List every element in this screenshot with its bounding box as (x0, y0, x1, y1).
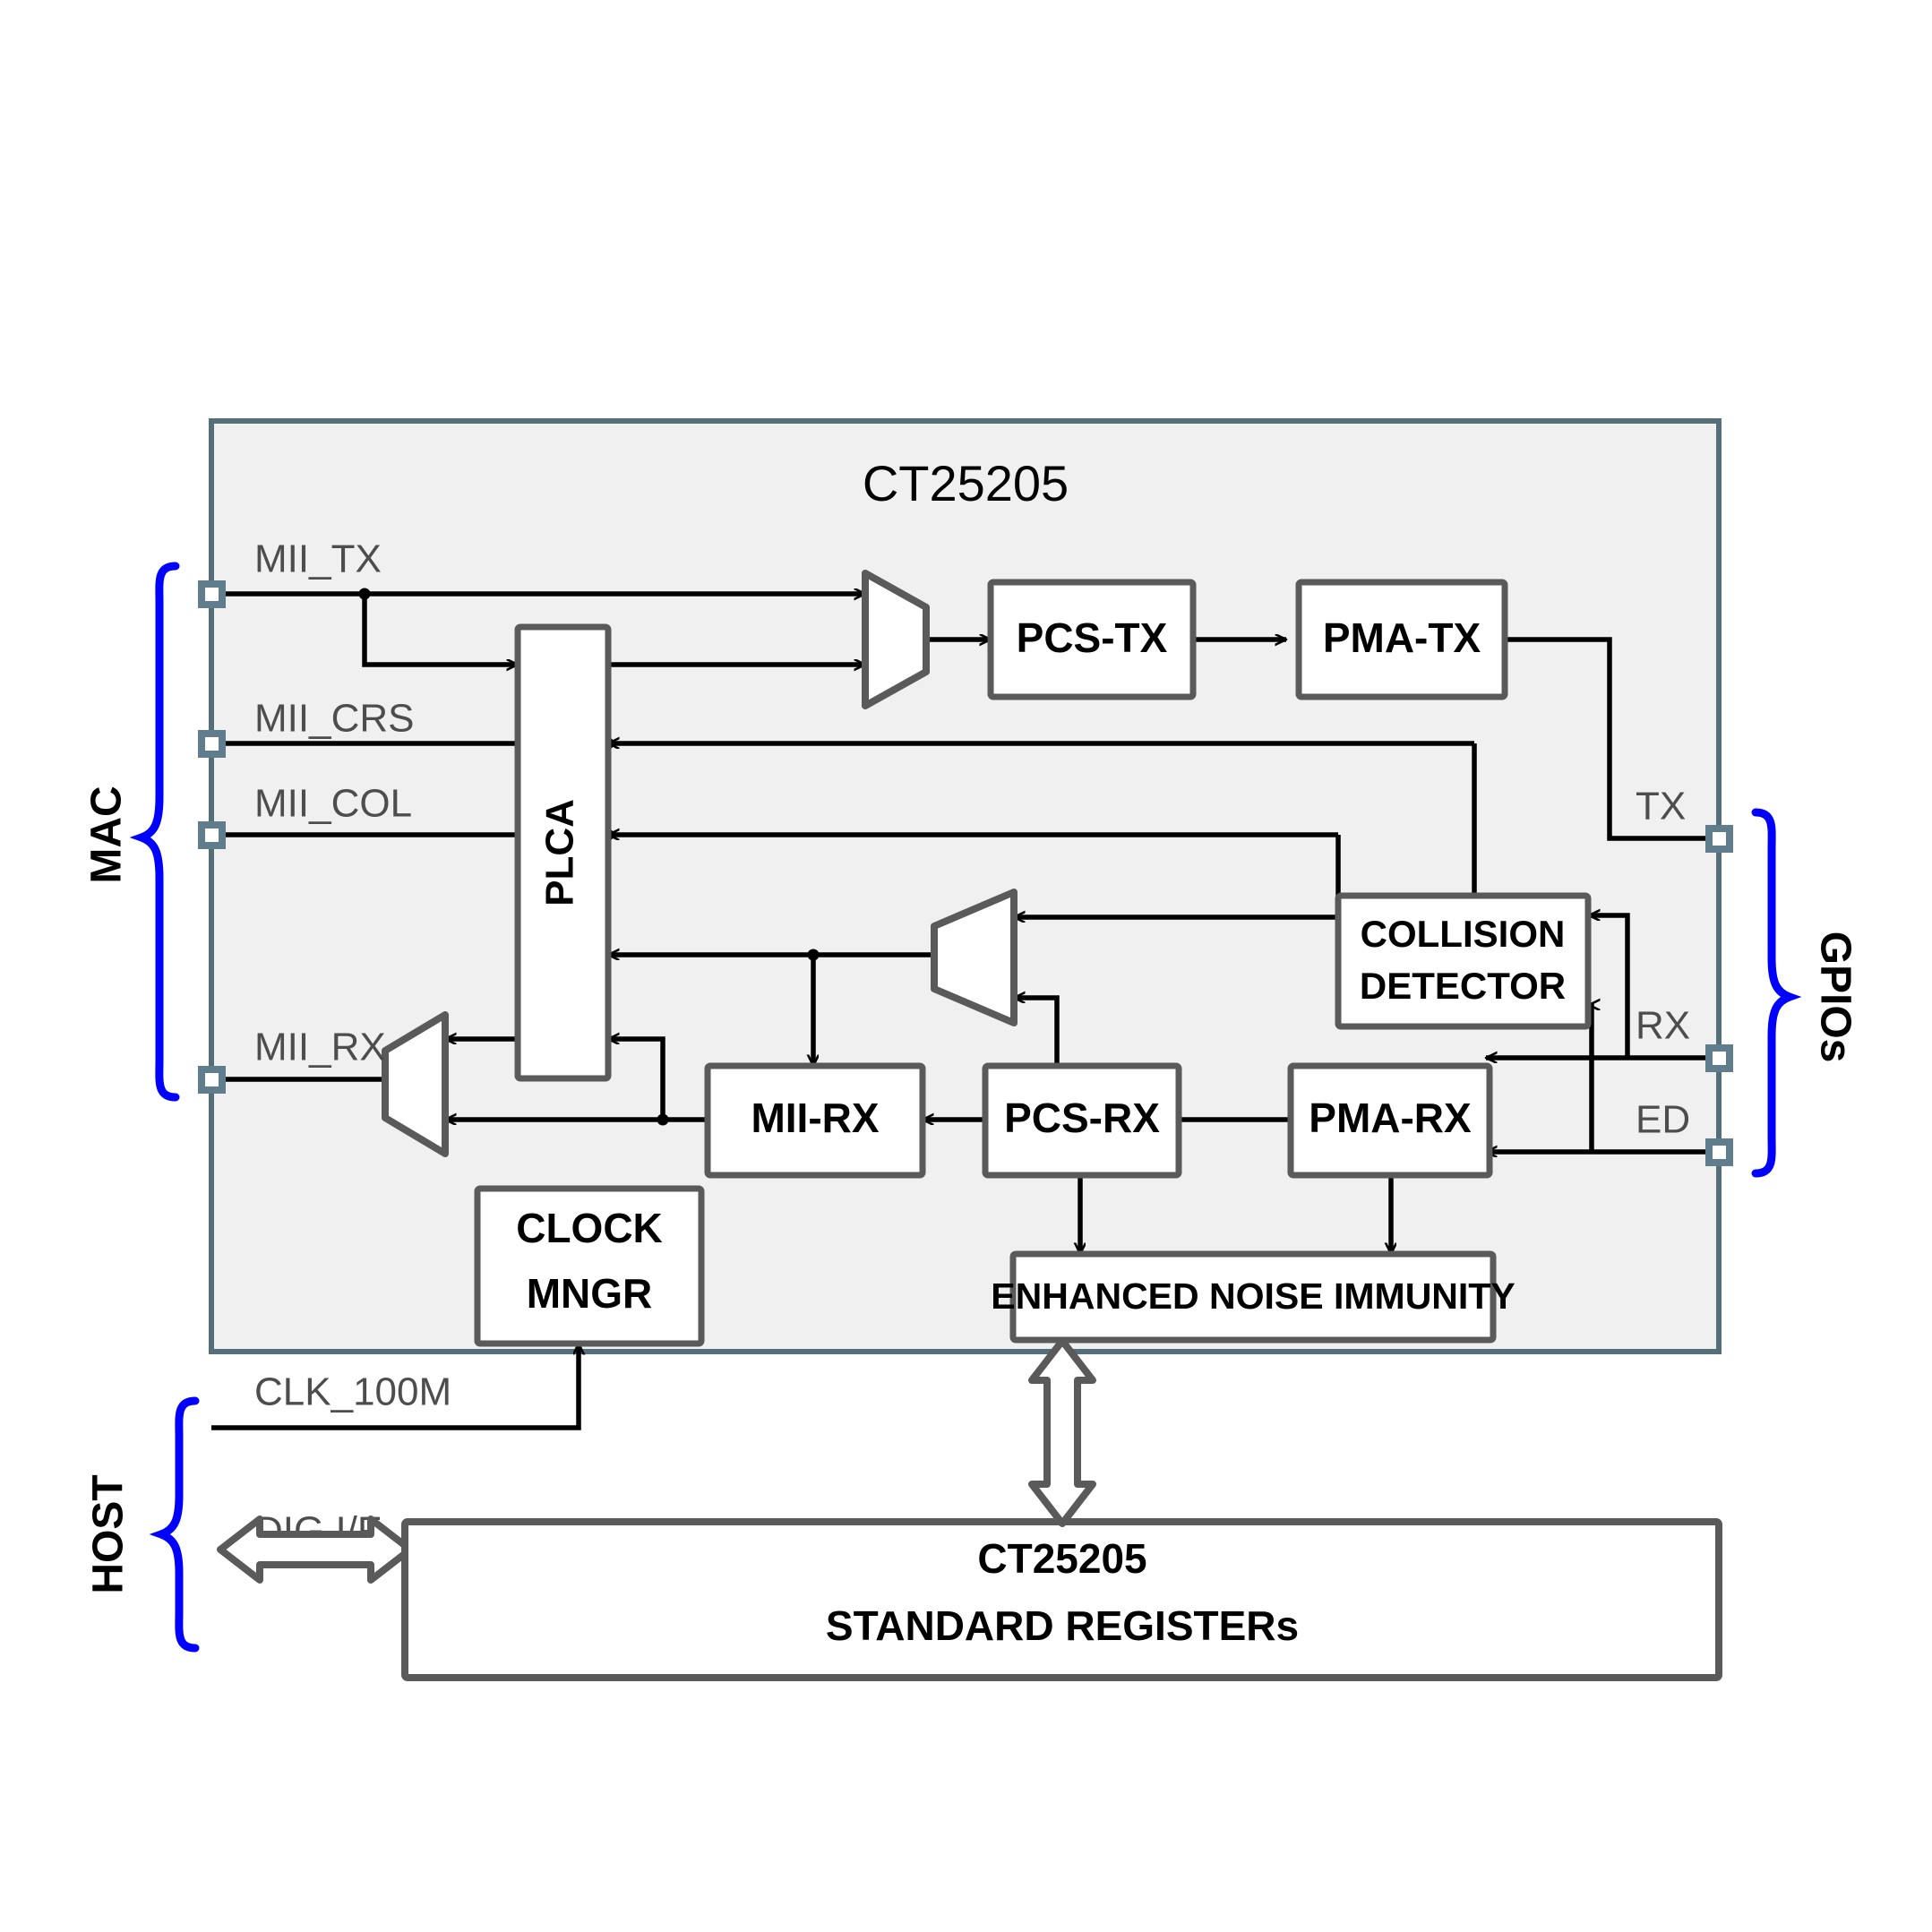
junction-dot (358, 588, 371, 600)
pin-mii-crs[interactable] (198, 730, 226, 758)
label-clk-100m: CLK_100M (254, 1370, 451, 1414)
pin-rx-square (1705, 1044, 1733, 1072)
pin-tx[interactable] (1705, 825, 1733, 853)
block-clock-mngr-label-2: MNGR (527, 1270, 653, 1317)
pin-mii-col-square (198, 821, 226, 849)
block-collision-detector-label-1: COLLISION (1361, 913, 1566, 955)
block-standard-registers[interactable]: CT25205 STANDARD REGISTERs (401, 1518, 1722, 1681)
group-label-host: HOST (85, 1474, 133, 1593)
block-eni-label: ENHANCED NOISE IMMUNITY (991, 1275, 1515, 1317)
diagram-canvas: CT25205 PLCA PCS-TX PMA-TX COLLISION DET… (0, 0, 1932, 1932)
chip-registers-arrow-shape (1028, 1337, 1096, 1527)
block-clock-mngr[interactable]: CLOCK MNGR (474, 1185, 705, 1347)
block-enhanced-noise-immunity[interactable]: ENHANCED NOISE IMMUNITY (991, 1250, 1516, 1344)
chip-title: CT25205 (863, 455, 1069, 511)
block-plca-label: PLCA (538, 799, 582, 906)
pin-ed[interactable] (1705, 1138, 1733, 1166)
block-mii-rx-label: MII-RX (751, 1095, 879, 1141)
block-registers-label-2: STANDARD REGISTERs (826, 1602, 1299, 1649)
block-pcs-rx-label: PCS-RX (1004, 1095, 1160, 1141)
block-pcs-tx[interactable]: PCS-TX (987, 579, 1197, 700)
junction-dot (657, 1113, 669, 1126)
block-collision-detector[interactable]: COLLISION DETECTOR (1335, 892, 1592, 1030)
group-label-mac: MAC (83, 786, 131, 883)
block-registers-label-1: CT25205 (977, 1535, 1146, 1582)
label-rx: RX (1636, 1004, 1690, 1048)
block-plca[interactable]: PLCA (514, 623, 612, 1082)
pin-tx-square (1705, 825, 1733, 853)
block-pma-tx-label: PMA-TX (1323, 614, 1481, 661)
block-collision-detector-label-2: DETECTOR (1360, 965, 1566, 1007)
label-mii-rx: MII_RX (254, 1026, 386, 1069)
brace-host (149, 1396, 200, 1653)
pin-mii-col[interactable] (198, 821, 226, 849)
block-pma-rx-label: PMA-RX (1309, 1095, 1472, 1141)
pin-mii-rx[interactable] (198, 1066, 226, 1094)
pin-mii-tx-square (198, 580, 226, 608)
label-tx: TX (1636, 785, 1686, 829)
group-label-gpios: GPIOs (1811, 932, 1859, 1063)
chip-boundary (209, 418, 1722, 1354)
block-pcs-tx-label: PCS-TX (1017, 614, 1168, 661)
block-diagram: CT25205 PLCA PCS-TX PMA-TX COLLISION DET… (83, 418, 1859, 1681)
block-pma-rx[interactable]: PMA-RX (1287, 1062, 1493, 1179)
label-mii-tx: MII_TX (254, 537, 382, 581)
block-pcs-rx[interactable]: PCS-RX (982, 1062, 1182, 1179)
brace-mac (129, 562, 180, 1102)
label-mii-col: MII_COL (254, 782, 412, 826)
chip-registers-bus-arrow[interactable] (1028, 1337, 1096, 1527)
pin-mii-tx[interactable] (198, 580, 226, 608)
block-mii-rx[interactable]: MII-RX (704, 1062, 926, 1179)
pin-mii-crs-square (198, 730, 226, 758)
brace-gpios (1751, 808, 1802, 1178)
pin-mii-rx-square (198, 1066, 226, 1094)
junction-dot (807, 949, 820, 961)
pin-ed-square (1705, 1138, 1733, 1166)
block-clock-mngr-label-1: CLOCK (516, 1205, 663, 1251)
block-pma-tx[interactable]: PMA-TX (1295, 579, 1508, 700)
label-ed: ED (1636, 1098, 1690, 1142)
label-mii-crs: MII_CRS (254, 697, 414, 741)
pin-rx[interactable] (1705, 1044, 1733, 1072)
